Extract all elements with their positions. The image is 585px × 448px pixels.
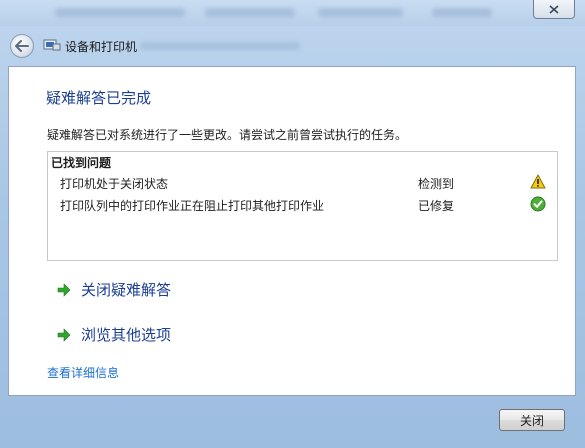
warning-icon: [530, 174, 546, 189]
title-bar: [0, 0, 585, 26]
green-arrow-icon: [57, 327, 71, 342]
problem-status: 检测到: [418, 177, 455, 191]
problem-status: 已修复: [418, 199, 455, 213]
problem-row: 打印队列中的打印作业正在阻止打印其他打印作业 已修复: [60, 196, 550, 215]
problem-row: 打印机处于关闭状态 检测到: [60, 174, 550, 193]
explore-options-link[interactable]: 浏览其他选项: [57, 324, 171, 345]
problem-text: 打印队列中的打印作业正在阻止打印其他打印作业: [60, 199, 325, 213]
problem-text: 打印机处于关闭状态: [60, 177, 169, 191]
blurred-title-text: [205, 8, 295, 17]
blurred-background-text: [140, 42, 300, 50]
check-icon: [530, 196, 546, 212]
action-label: 关闭疑难解答: [81, 281, 172, 299]
problems-found-box: 已找到问题 打印机处于关闭状态 检测到 打印队列中的打印作业正在阻止打印其他打印…: [47, 151, 558, 261]
close-icon: [549, 4, 559, 14]
view-details-link[interactable]: 查看详细信息: [47, 364, 119, 381]
content-panel: 疑难解答已完成 疑难解答已对系统进行了一些更改。请尝试之前曾尝试执行的任务。 已…: [8, 66, 576, 396]
problems-title: 已找到问题: [51, 156, 112, 170]
close-troubleshooter-link[interactable]: 关闭疑难解答: [57, 279, 171, 300]
troubleshooter-window: 设备和打印机 疑难解答已完成 疑难解答已对系统进行了一些更改。请尝试之前曾尝试执…: [0, 0, 585, 448]
description-text: 疑难解答已对系统进行了一些更改。请尝试之前曾尝试执行的任务。: [47, 128, 408, 142]
close-button[interactable]: 关闭: [499, 409, 565, 431]
devices-printers-icon: [43, 39, 61, 51]
back-button[interactable]: [10, 34, 34, 58]
back-arrow-icon: [15, 40, 29, 52]
blurred-title-text: [318, 8, 403, 17]
green-arrow-icon: [57, 282, 71, 297]
breadcrumb[interactable]: 设备和打印机: [65, 38, 137, 55]
blurred-title-text: [55, 8, 185, 17]
blurred-title-text: [432, 8, 492, 17]
action-label: 浏览其他选项: [81, 326, 172, 344]
navigation-bar: 设备和打印机: [0, 26, 585, 66]
page-title: 疑难解答已完成: [46, 89, 152, 107]
window-close-button[interactable]: [533, 0, 575, 19]
footer-bar: 关闭: [0, 396, 585, 448]
